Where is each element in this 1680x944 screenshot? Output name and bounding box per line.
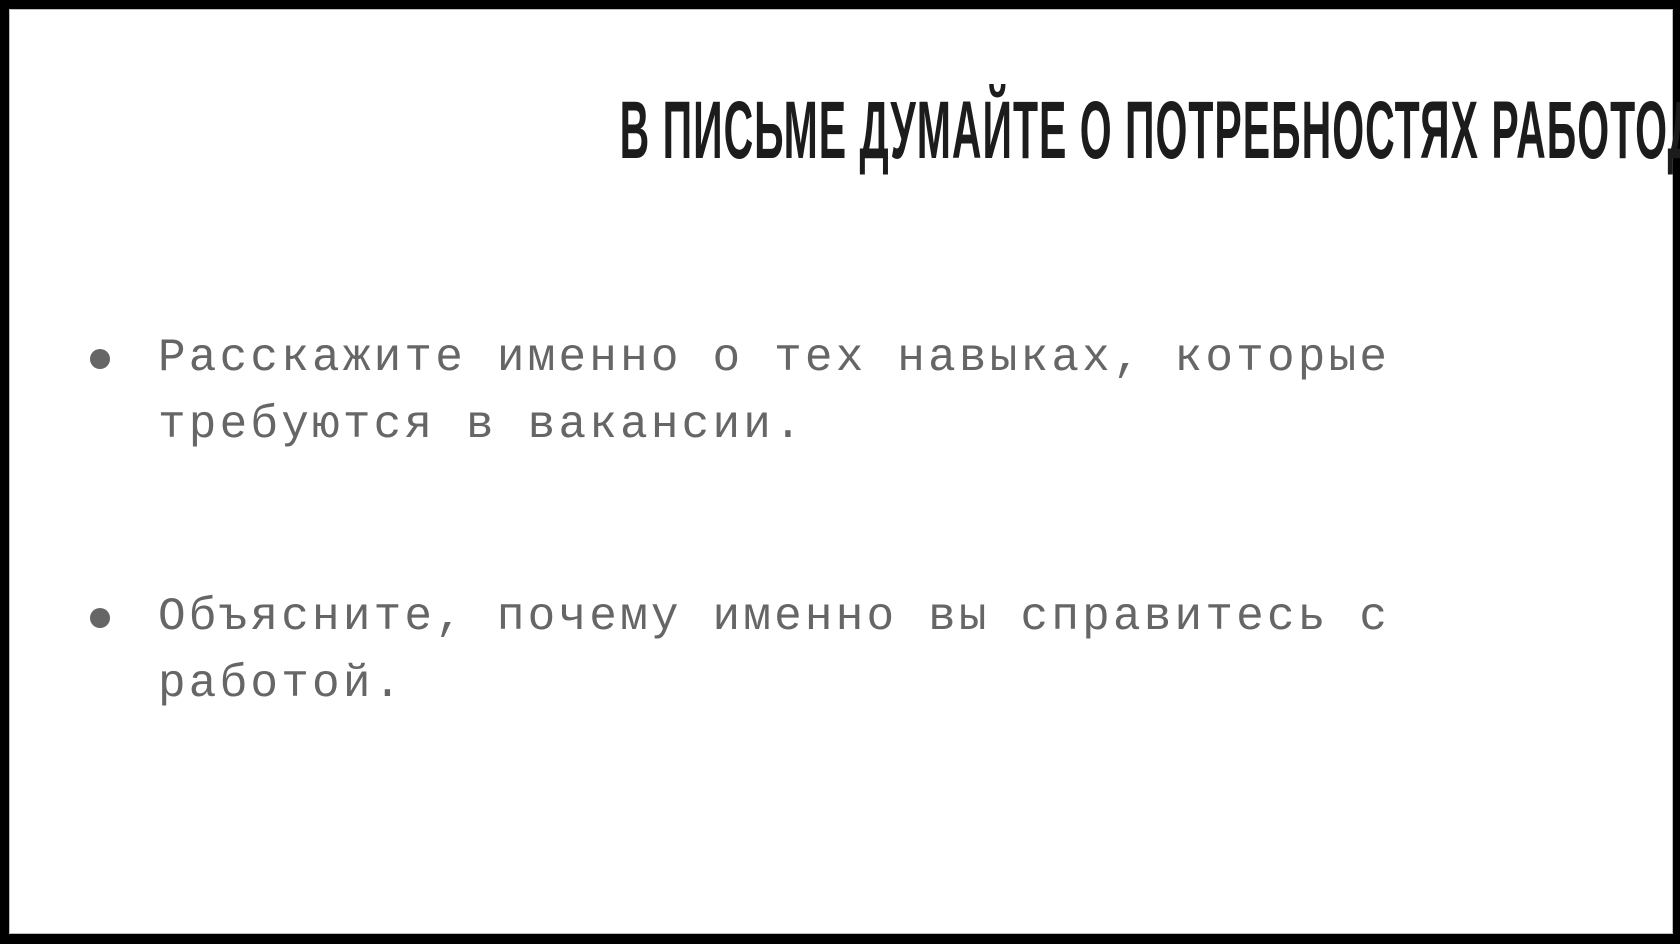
bullet-text-line: Расскажите именно о тех навыках, которые <box>158 332 1391 384</box>
bullet-dot-icon <box>90 349 110 369</box>
bullet-text-line: требуются в вакансии. <box>158 399 805 451</box>
bullet-dot-icon <box>90 608 110 628</box>
bullet-list: Расскажите именно о тех навыках, которые… <box>9 9 1673 934</box>
bullet-text: Объясните, почему именно вы справитесь с… <box>158 584 1578 718</box>
bullet-text-line: Объясните, почему именно вы справитесь с… <box>158 591 1421 710</box>
slide: В письме думайте о потребностях работода… <box>9 9 1680 934</box>
bullet-text: Расскажите именно о тех навыках, которые… <box>158 325 1578 459</box>
